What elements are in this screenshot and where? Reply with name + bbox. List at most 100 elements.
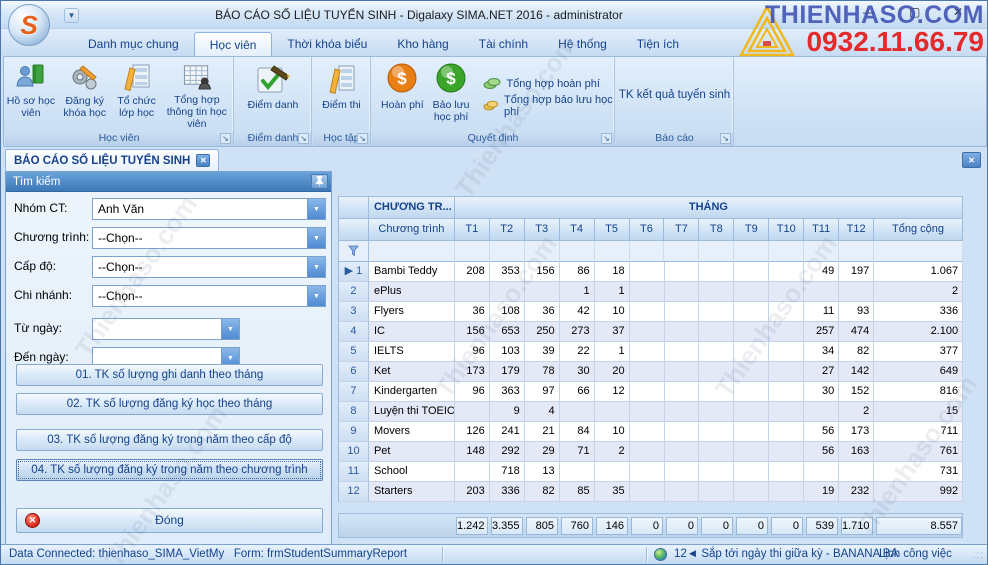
cell-value[interactable]: [630, 382, 665, 402]
cell-chuong-trinh[interactable]: Pet: [369, 442, 455, 462]
tab-strip-close-button[interactable]: ✕: [962, 152, 981, 168]
cell-value[interactable]: [699, 462, 734, 482]
cell-value[interactable]: 108: [490, 302, 525, 322]
grid-column-header[interactable]: T3: [525, 219, 560, 241]
cell-value[interactable]: 1: [595, 282, 630, 302]
cell-value[interactable]: 11: [804, 302, 839, 322]
chuong-trinh-combobox[interactable]: --Chọn-- ▼: [92, 227, 326, 249]
report-03-button[interactable]: 03. TK số lượng đăng ký trong năm theo c…: [16, 429, 323, 451]
cell-value[interactable]: [699, 442, 734, 462]
grid-column-header[interactable]: Tổng cộng: [874, 219, 963, 241]
cell-value[interactable]: 718: [490, 462, 525, 482]
tk-ket-qua-tuyen-sinh-button[interactable]: TK kết quả tuyển sinh: [619, 89, 730, 101]
cell-value[interactable]: 377: [874, 342, 963, 362]
ribbon-tab[interactable]: Học viên: [194, 32, 273, 56]
cell-chuong-trinh[interactable]: Luyện thi TOEIC: [369, 402, 455, 422]
cell-value[interactable]: 15: [874, 402, 963, 422]
cell-value[interactable]: [525, 282, 560, 302]
cell-value[interactable]: [665, 262, 700, 282]
cell-value[interactable]: [630, 262, 665, 282]
cell-value[interactable]: [665, 362, 700, 382]
cell-value[interactable]: [804, 462, 839, 482]
student-summary-button[interactable]: Tổng hợp thông tin học viên: [161, 59, 233, 130]
cell-value[interactable]: [734, 302, 769, 322]
cell-value[interactable]: 273: [560, 322, 595, 342]
cap-do-combobox[interactable]: --Chọn-- ▼: [92, 256, 326, 278]
cell-value[interactable]: 241: [490, 422, 525, 442]
cell-value[interactable]: [595, 462, 630, 482]
ribbon-tab[interactable]: Tiện ích: [622, 32, 694, 56]
cell-value[interactable]: 78: [525, 362, 560, 382]
cell-value[interactable]: 816: [874, 382, 963, 402]
cell-value[interactable]: [769, 322, 804, 342]
cell-value[interactable]: 84: [560, 422, 595, 442]
cell-value[interactable]: [665, 402, 700, 422]
cell-value[interactable]: [630, 422, 665, 442]
cell-value[interactable]: [769, 462, 804, 482]
tuition-reserve-button[interactable]: $ Bảo lưu học phí: [427, 59, 476, 130]
cell-value[interactable]: [769, 302, 804, 322]
grid-column-header[interactable]: T9: [734, 219, 769, 241]
ribbon-tab[interactable]: Tài chính: [464, 32, 543, 56]
cell-chuong-trinh[interactable]: IELTS: [369, 342, 455, 362]
cell-value[interactable]: [734, 342, 769, 362]
cell-value[interactable]: [630, 442, 665, 462]
grid-column-header[interactable]: T4: [560, 219, 595, 241]
grid-column-header[interactable]: T1: [455, 219, 490, 241]
cell-value[interactable]: 173: [455, 362, 490, 382]
cell-value[interactable]: 232: [839, 482, 874, 502]
cell-value[interactable]: [699, 282, 734, 302]
cell-value[interactable]: 731: [874, 462, 963, 482]
cell-value[interactable]: 474: [839, 322, 874, 342]
cell-value[interactable]: 4: [525, 402, 560, 422]
filter-cell[interactable]: [525, 241, 560, 262]
cell-value[interactable]: 711: [874, 422, 963, 442]
row-indicator[interactable]: 6: [339, 362, 369, 382]
cell-value[interactable]: 20: [595, 362, 630, 382]
cell-value[interactable]: [699, 402, 734, 422]
cell-value[interactable]: 292: [490, 442, 525, 462]
cell-value[interactable]: 21: [525, 422, 560, 442]
document-tab[interactable]: BÁO CÁO SỐ LIỆU TUYỂN SINH ✕: [5, 149, 219, 171]
cell-value[interactable]: 336: [490, 482, 525, 502]
cell-value[interactable]: 71: [560, 442, 595, 462]
cell-value[interactable]: 1: [560, 282, 595, 302]
cell-value[interactable]: 156: [525, 262, 560, 282]
reserve-summary-button[interactable]: Tổng hợp bảo lưu học phí: [483, 95, 614, 117]
cell-value[interactable]: 35: [595, 482, 630, 502]
cell-value[interactable]: [769, 482, 804, 502]
row-indicator[interactable]: 2: [339, 282, 369, 302]
filter-cell[interactable]: [839, 241, 874, 262]
cell-value[interactable]: [490, 282, 525, 302]
cell-value[interactable]: 363: [490, 382, 525, 402]
cell-value[interactable]: 103: [490, 342, 525, 362]
pin-icon[interactable]: [311, 174, 328, 189]
cell-value[interactable]: 56: [804, 442, 839, 462]
grid-column-header[interactable]: T10: [769, 219, 804, 241]
cell-value[interactable]: [734, 282, 769, 302]
cell-value[interactable]: [734, 482, 769, 502]
dialog-launcher-icon[interactable]: ↘: [220, 133, 231, 144]
grid-column-header[interactable]: T5: [595, 219, 630, 241]
grid-column-header[interactable]: T6: [630, 219, 665, 241]
row-indicator[interactable]: 9: [339, 422, 369, 442]
ribbon-tab[interactable]: Hệ thống: [543, 32, 622, 56]
cell-value[interactable]: 992: [874, 482, 963, 502]
report-04-button[interactable]: 04. TK số lượng đăng ký trong năm theo c…: [16, 459, 323, 481]
cell-value[interactable]: 96: [455, 382, 490, 402]
status-lich-cong-viec[interactable]: Lịch công việc: [879, 545, 952, 564]
cell-value[interactable]: 37: [595, 322, 630, 342]
cell-value[interactable]: [665, 382, 700, 402]
cell-value[interactable]: [734, 402, 769, 422]
cell-value[interactable]: 49: [804, 262, 839, 282]
row-indicator[interactable]: 8: [339, 402, 369, 422]
filter-cell[interactable]: [874, 241, 963, 262]
row-indicator[interactable]: 5: [339, 342, 369, 362]
filter-cell[interactable]: [369, 241, 455, 262]
cell-value[interactable]: [839, 282, 874, 302]
row-indicator[interactable]: 4: [339, 322, 369, 342]
app-logo-icon[interactable]: S: [8, 4, 50, 46]
cell-value[interactable]: [665, 322, 700, 342]
filter-cell[interactable]: [664, 241, 699, 262]
cell-value[interactable]: 9: [490, 402, 525, 422]
